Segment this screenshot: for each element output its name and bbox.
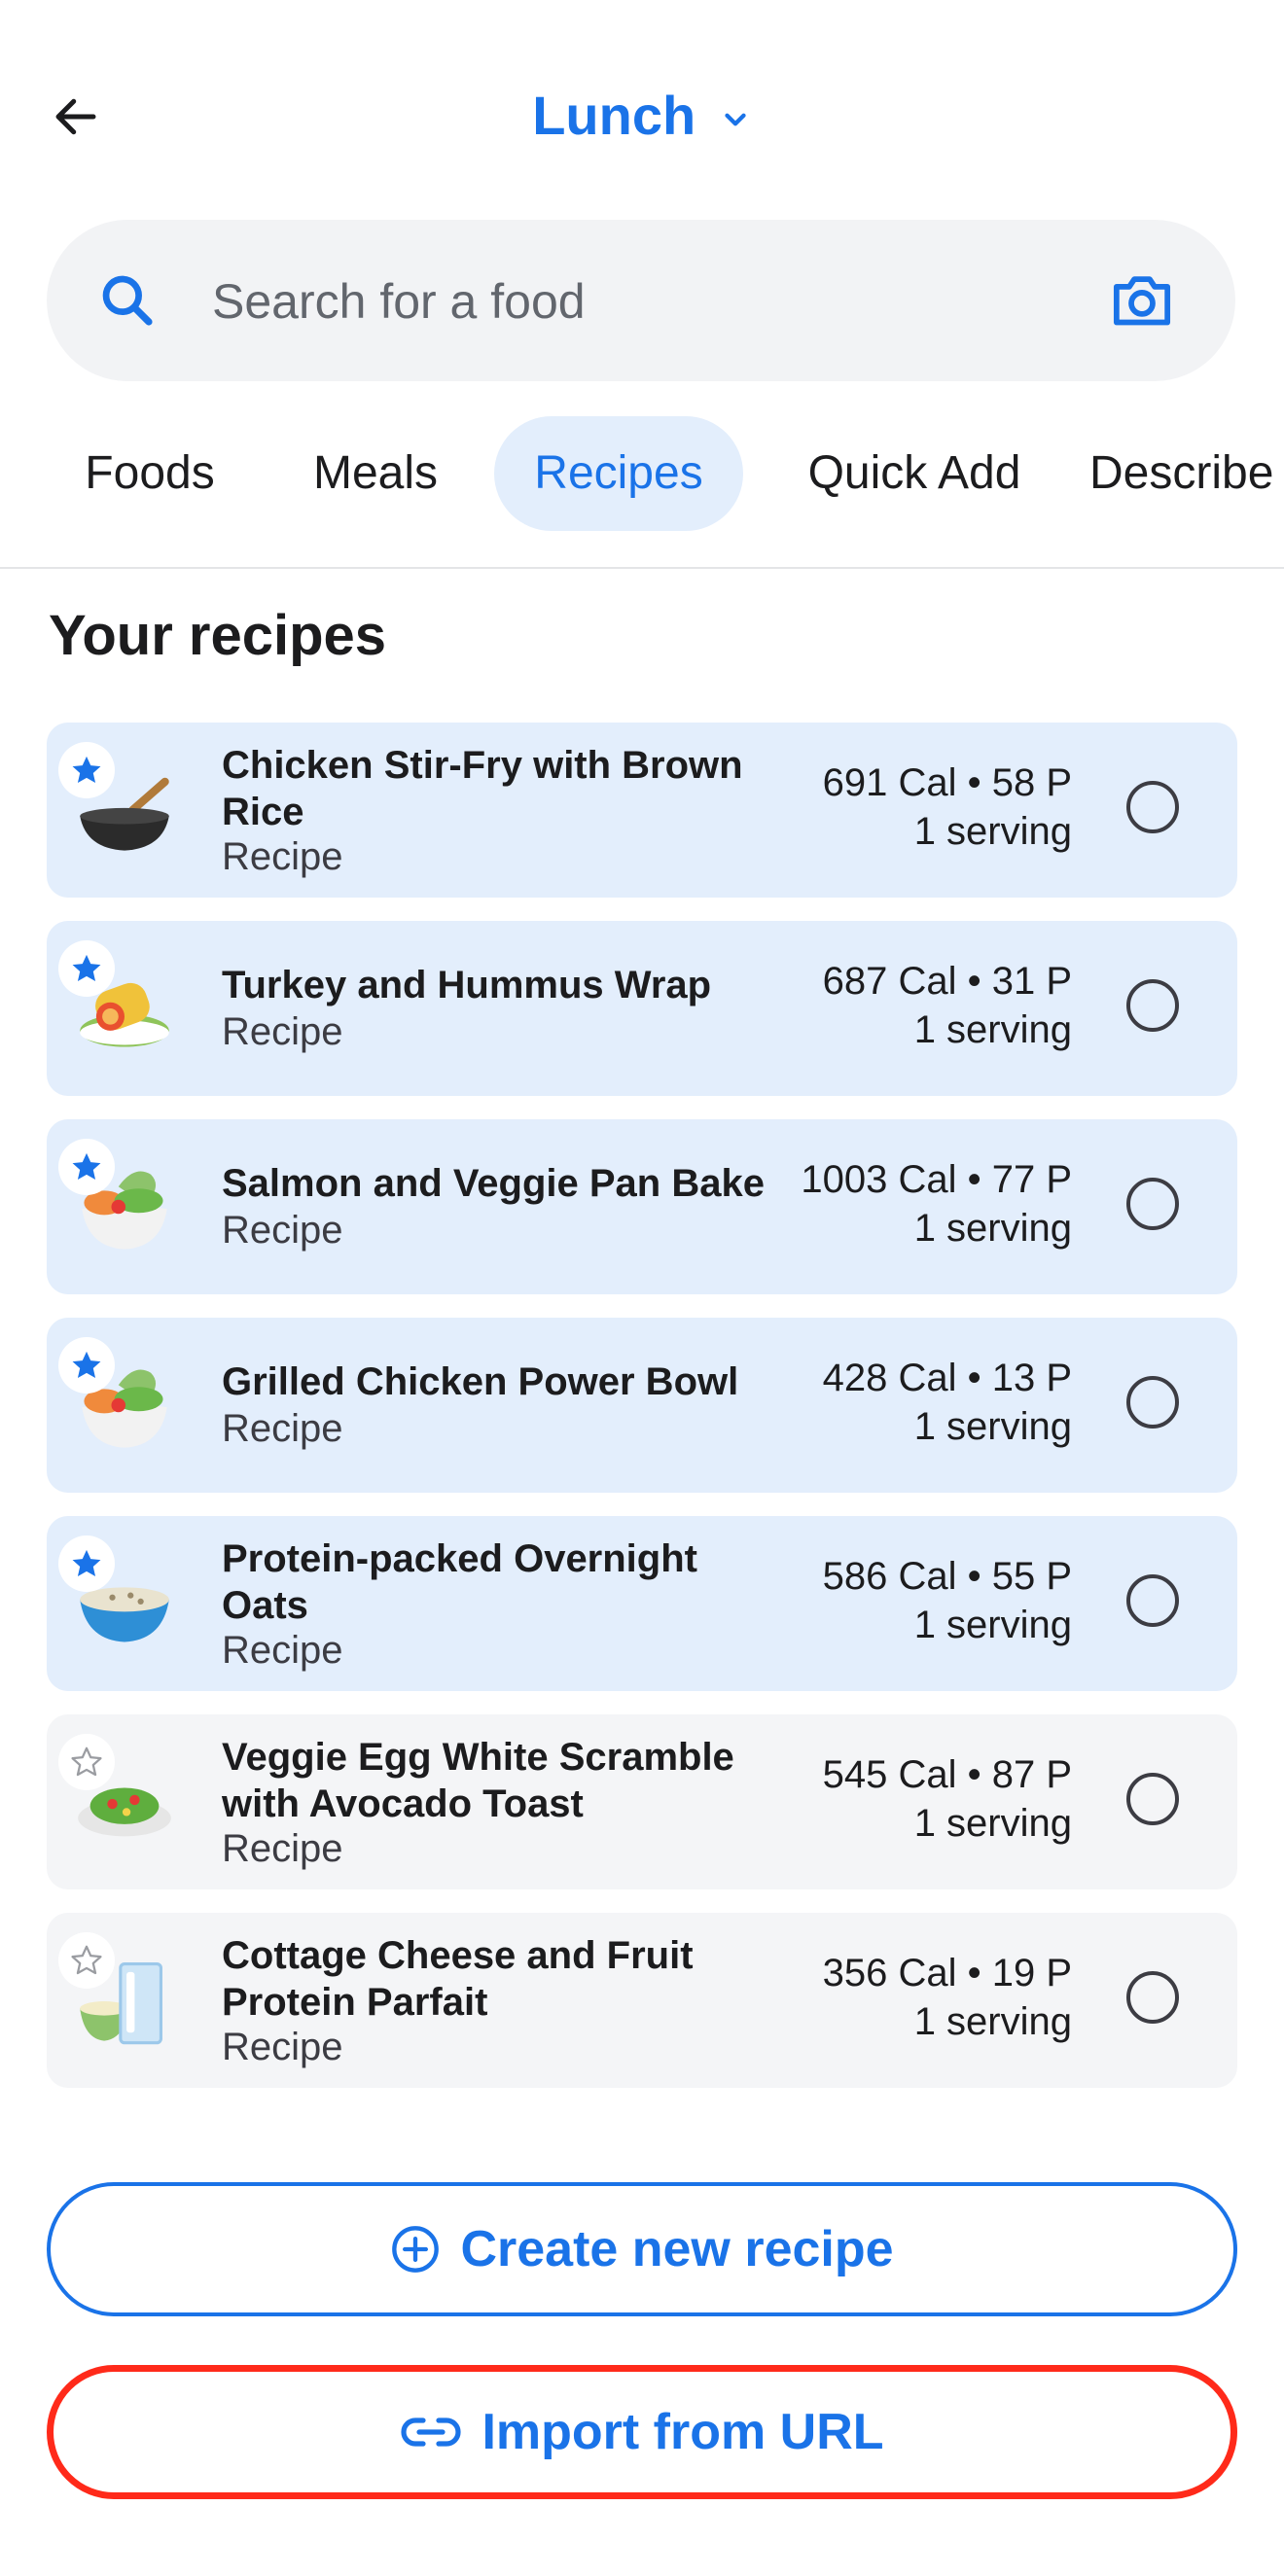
recipe-type: Recipe [222,1010,343,1053]
recipe-calories: 691 Cal • 58 P [822,761,1072,804]
recipe-name: Turkey and Hummus Wrap [222,964,712,1006]
recipe-card[interactable]: Salmon and Veggie Pan Bake Recipe 1003 C… [47,1119,1237,1294]
recipe-serving: 1 serving [913,1008,1072,1051]
tab-meals[interactable]: Meals [278,416,473,531]
tab-divider [0,567,1284,569]
link-icon [401,2417,462,2447]
recipe-calories: 545 Cal • 87 P [822,1753,1072,1796]
search-icon [102,275,153,326]
select-radio[interactable] [1126,1574,1179,1627]
chevron-down-icon [725,113,746,126]
recipe-card[interactable]: Turkey and Hummus Wrap Recipe 687 Cal • … [47,921,1237,1096]
header: Lunch [0,0,1284,204]
select-radio[interactable] [1126,781,1179,833]
recipe-name: Chicken Stir-Fry with Brown Rice [222,744,743,833]
favorite-star-icon[interactable] [58,1337,115,1394]
recipe-type: Recipe [222,2026,343,2068]
select-radio[interactable] [1126,979,1179,1032]
recipe-serving: 1 serving [913,810,1072,853]
recipe-serving: 1 serving [913,2000,1072,2043]
camera-icon[interactable] [1109,268,1175,331]
favorite-star-icon[interactable] [58,742,115,798]
select-radio[interactable] [1126,1773,1179,1825]
favorite-star-outline-icon[interactable] [58,1734,115,1790]
recipe-type: Recipe [222,1827,343,1870]
favorite-star-icon[interactable] [58,1535,115,1592]
search-bar [47,220,1235,381]
recipe-name: Grilled Chicken Power Bowl [222,1360,739,1403]
create-recipe-button[interactable]: Create new recipe [47,2182,1237,2316]
recipe-card[interactable]: Chicken Stir-Fry with Brown Rice Recipe … [47,723,1237,898]
recipe-card[interactable]: Cottage Cheese and Fruit Protein Parfait… [47,1913,1237,2088]
recipe-serving: 1 serving [913,1405,1072,1448]
recipe-type: Recipe [222,1209,343,1252]
recipe-type: Recipe [222,835,343,878]
recipe-name: Protein-packed Overnight Oats [222,1537,697,1627]
tab-bar: Foods Meals Recipes Quick Add Describe [0,416,1284,531]
meal-selector[interactable]: Lunch [0,84,1284,147]
select-radio[interactable] [1126,1971,1179,2024]
recipe-calories: 356 Cal • 19 P [822,1952,1072,1994]
search-input[interactable] [210,257,1089,346]
tab-quick-add[interactable]: Quick Add [778,416,1051,531]
recipe-name: Salmon and Veggie Pan Bake [222,1162,765,1205]
recipe-type: Recipe [222,1629,343,1672]
select-radio[interactable] [1126,1178,1179,1230]
recipe-serving: 1 serving [913,1207,1072,1250]
recipe-calories: 687 Cal • 31 P [822,960,1072,1003]
recipe-card[interactable]: Grilled Chicken Power Bowl Recipe 428 Ca… [47,1318,1237,1493]
plus-circle-icon [392,2226,440,2273]
import-url-label: Import from URL [482,2404,884,2460]
recipe-calories: 586 Cal • 55 P [822,1555,1072,1598]
recipe-name: Veggie Egg White Scramble with Avocado T… [222,1736,734,1825]
recipe-serving: 1 serving [913,1604,1072,1646]
favorite-star-icon[interactable] [58,940,115,997]
recipe-calories: 428 Cal • 13 P [822,1357,1072,1399]
page-title: Lunch [532,85,696,146]
section-title: Your recipes [49,604,387,667]
recipe-card[interactable]: Protein-packed Overnight Oats Recipe 586… [47,1516,1237,1691]
tab-foods[interactable]: Foods [53,416,247,531]
recipe-type: Recipe [222,1407,343,1450]
tab-recipes[interactable]: Recipes [494,416,743,531]
recipe-serving: 1 serving [913,1802,1072,1845]
tab-describe[interactable]: Describe [1089,416,1284,531]
select-radio[interactable] [1126,1376,1179,1429]
import-url-button[interactable]: Import from URL [47,2365,1237,2499]
favorite-star-icon[interactable] [58,1139,115,1195]
recipe-calories: 1003 Cal • 77 P [801,1158,1072,1201]
recipe-name: Cottage Cheese and Fruit Protein Parfait [222,1934,694,2024]
favorite-star-outline-icon[interactable] [58,1932,115,1989]
recipe-card[interactable]: Veggie Egg White Scramble with Avocado T… [47,1714,1237,1889]
create-recipe-label: Create new recipe [460,2221,894,2277]
